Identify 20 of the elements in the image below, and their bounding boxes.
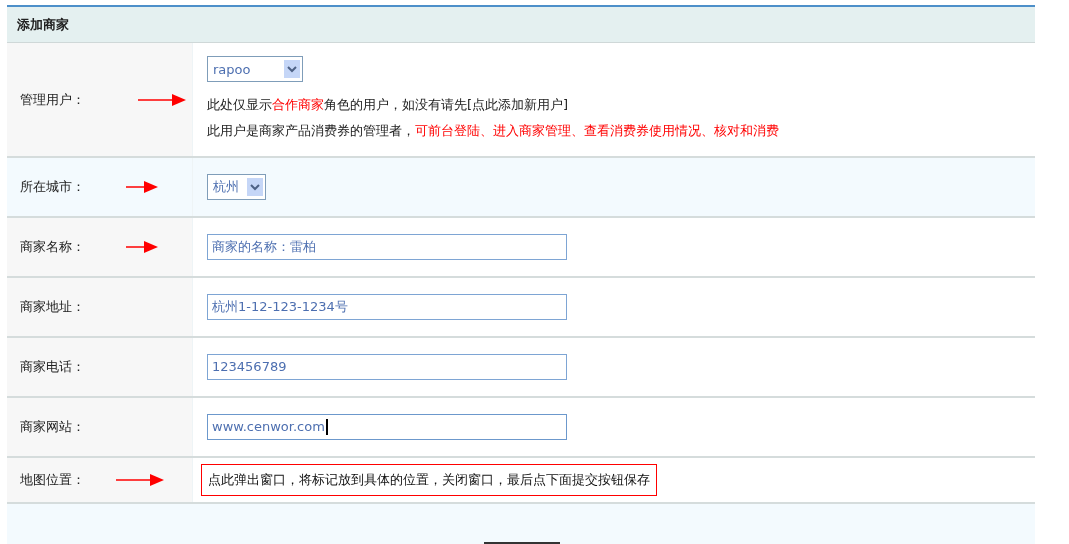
input-field[interactable]: 杭州1-12-123-1234号 [207,294,567,320]
field-label: 商家名称： [20,238,86,256]
field-label: 所在城市： [20,178,86,196]
hint-text: 角色的用户，如没有请先[点此添加新用户] [324,97,569,112]
highlighted-hint-text: 合作商家 [272,97,324,112]
map-position-link[interactable]: 点此弹出窗口，将标记放到具体的位置，关闭窗口，最后点下面提交按钮保存 [201,464,657,496]
form-title: 添加商家 [7,7,1035,43]
field-label: 商家网站： [20,418,86,436]
dropdown[interactable]: rapoo [207,56,304,82]
hint-text: 此处仅显示 [207,97,272,112]
input-field[interactable]: www.cenwor.com [207,414,567,440]
highlighted-hint-text: 可前台登陆、进入商家管理、查看消费券使用情况、核对和消费 [415,123,779,138]
dropdown[interactable]: 杭州 [207,174,266,200]
field-label: 地图位置： [20,471,86,489]
input-field[interactable]: 123456789 [207,354,567,380]
hint-text: 此用户是商家产品消费券的管理者， [207,123,415,138]
input-field[interactable]: 商家的名称：雷柏 [207,234,567,260]
field-label: 管理用户： [20,90,86,109]
field-label: 商家电话： [20,358,86,376]
field-label: 商家地址： [20,298,86,316]
